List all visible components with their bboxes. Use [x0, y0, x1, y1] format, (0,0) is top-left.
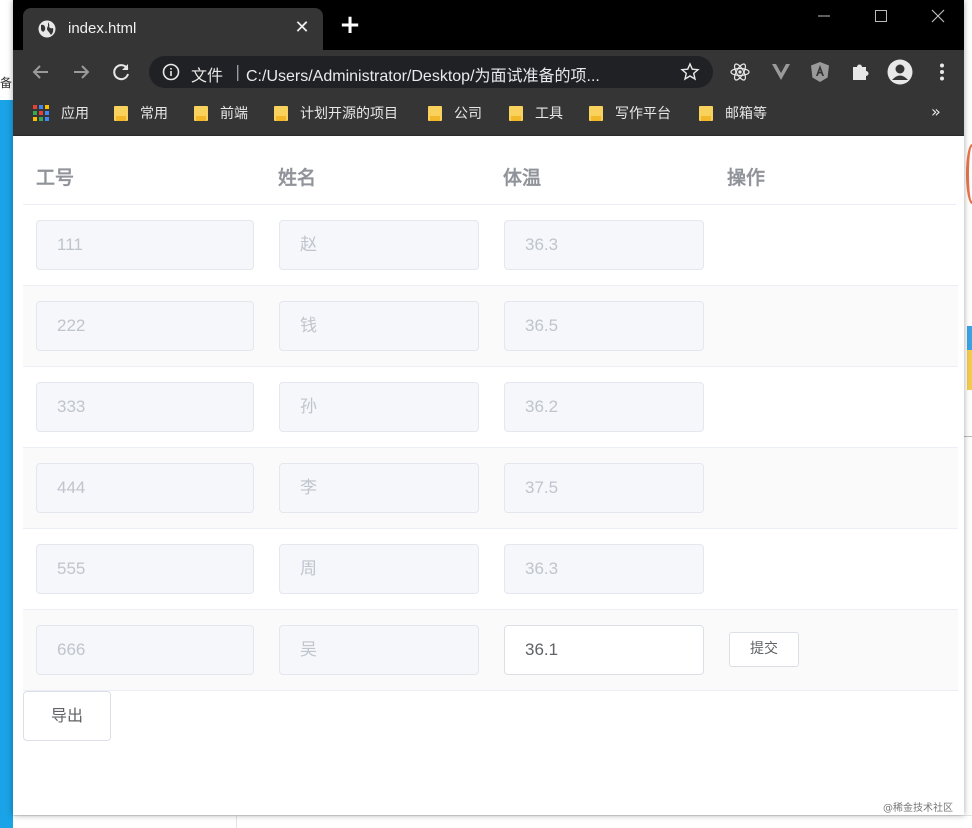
watermark: @稀金技术社区	[883, 803, 953, 814]
minimize-icon[interactable]	[801, 2, 847, 30]
browser-tab[interactable]: index.html ✕	[23, 8, 323, 50]
bookmark-folder-tools[interactable]: 工具	[509, 94, 563, 132]
folder-icon	[589, 105, 603, 121]
table-row: 444 李 37.5	[23, 448, 958, 529]
bookmark-label: 工具	[535, 106, 563, 122]
omnibox-separator: |	[235, 62, 241, 81]
temperature-input: 36.5	[504, 301, 704, 351]
desktop-line	[964, 436, 972, 437]
reload-icon[interactable]	[109, 60, 133, 84]
bookmarks-bar: 应用 常用 前端 计划开源的项目 公司 工具 写作平台 邮箱等 »	[13, 94, 964, 136]
bookmark-label: 写作平台	[615, 106, 671, 122]
employee-id-input: 444	[36, 463, 254, 513]
submit-button[interactable]: 提交	[729, 632, 799, 667]
temperature-input: 37.5	[504, 463, 704, 513]
employee-id-input: 666	[36, 625, 254, 675]
bookmarks-overflow-chevron-icon[interactable]: »	[931, 102, 941, 121]
page-content: 工号 姓名 体温 操作 111 赵 36.3 222 钱 36.5 333 孙 …	[13, 136, 964, 815]
desktop-yellow-shape	[967, 350, 972, 390]
browser-window: index.html ✕ + 文件 | C:/Users/Administrat…	[13, 0, 964, 815]
angular-devtools-icon[interactable]	[809, 61, 831, 83]
tab-title: index.html	[68, 20, 137, 37]
bookmark-label: 常用	[140, 106, 168, 122]
header-action: 操作	[727, 167, 766, 189]
header-name: 姓名	[278, 167, 317, 189]
bookmark-label: 应用	[61, 106, 89, 122]
table-header: 工号 姓名 体温 操作	[23, 136, 956, 205]
table-row: 111 赵 36.3	[23, 205, 958, 286]
folder-icon	[114, 105, 128, 121]
temperature-input-editable[interactable]: 36.1	[504, 625, 704, 675]
table-row: 666 吴 36.1 提交	[23, 610, 958, 691]
info-icon[interactable]	[162, 63, 180, 81]
employee-id-input: 555	[36, 544, 254, 594]
forward-arrow-icon[interactable]	[69, 60, 93, 84]
name-input: 钱	[279, 301, 479, 351]
temperature-input: 36.2	[504, 382, 704, 432]
url-text[interactable]: C:/Users/Administrator/Desktop/为面试准备的项..…	[246, 62, 664, 86]
desktop-bottom-edge	[13, 815, 972, 828]
desktop-blue-shape	[967, 326, 972, 350]
bookmark-label: 前端	[220, 106, 248, 122]
folder-icon	[699, 105, 713, 121]
apps-grid-icon	[33, 105, 49, 121]
bookmark-folder-opensource[interactable]: 计划开源的项目	[274, 94, 398, 132]
browser-menu-icon[interactable]	[931, 61, 953, 83]
table-row: 555 周 36.3	[23, 529, 958, 610]
folder-icon	[509, 105, 523, 121]
react-devtools-icon[interactable]	[729, 61, 751, 83]
bookmark-apps[interactable]: 应用	[33, 94, 89, 132]
bookmark-star-icon[interactable]	[680, 62, 700, 82]
folder-icon	[194, 105, 208, 121]
employee-id-input: 111	[36, 220, 254, 270]
table-row: 222 钱 36.5	[23, 286, 958, 367]
header-employee-id: 工号	[36, 167, 75, 189]
bookmark-label: 邮箱等	[725, 106, 767, 122]
employee-id-input: 333	[36, 382, 254, 432]
temperature-input: 36.3	[504, 544, 704, 594]
bookmark-folder-frontend[interactable]: 前端	[194, 94, 248, 132]
file-scheme-label: 文件	[191, 66, 224, 85]
bookmark-folder-mail[interactable]: 邮箱等	[699, 94, 767, 132]
desktop-bottom-divider	[236, 815, 237, 828]
header-temperature: 体温	[503, 167, 542, 189]
bookmark-folder-company[interactable]: 公司	[428, 94, 482, 132]
desktop-orange-shape	[966, 144, 972, 204]
export-button[interactable]: 导出	[23, 691, 111, 741]
desktop-right-edge	[964, 136, 972, 815]
name-input: 周	[279, 544, 479, 594]
table-row: 333 孙 36.2	[23, 367, 958, 448]
profile-avatar-icon[interactable]	[887, 59, 913, 85]
globe-icon	[38, 20, 56, 38]
bookmark-label: 计划开源的项目	[300, 106, 398, 122]
name-input: 赵	[279, 220, 479, 270]
name-input: 李	[279, 463, 479, 513]
bookmark-label: 公司	[454, 106, 482, 122]
close-tab-icon[interactable]: ✕	[291, 17, 313, 39]
temperature-input: 36.3	[504, 220, 704, 270]
extensions-puzzle-icon[interactable]	[849, 61, 871, 83]
desktop-left-text: 备	[0, 76, 12, 90]
bookmark-folder-common[interactable]: 常用	[114, 94, 168, 132]
new-tab-plus-icon[interactable]: +	[339, 12, 361, 38]
browser-toolbar: 文件 | C:/Users/Administrator/Desktop/为面试准…	[13, 50, 964, 94]
vue-devtools-icon[interactable]	[770, 61, 792, 83]
bookmark-folder-writing[interactable]: 写作平台	[589, 94, 671, 132]
back-arrow-icon[interactable]	[29, 60, 53, 84]
maximize-icon[interactable]	[858, 2, 904, 30]
name-input: 孙	[279, 382, 479, 432]
address-bar[interactable]: 文件 | C:/Users/Administrator/Desktop/为面试准…	[149, 56, 713, 88]
employee-id-input: 222	[36, 301, 254, 351]
window-close-icon[interactable]	[915, 2, 961, 30]
folder-icon	[274, 105, 288, 121]
browser-titlebar: index.html ✕ +	[13, 0, 964, 50]
name-input: 吴	[279, 625, 479, 675]
folder-icon	[428, 105, 442, 121]
